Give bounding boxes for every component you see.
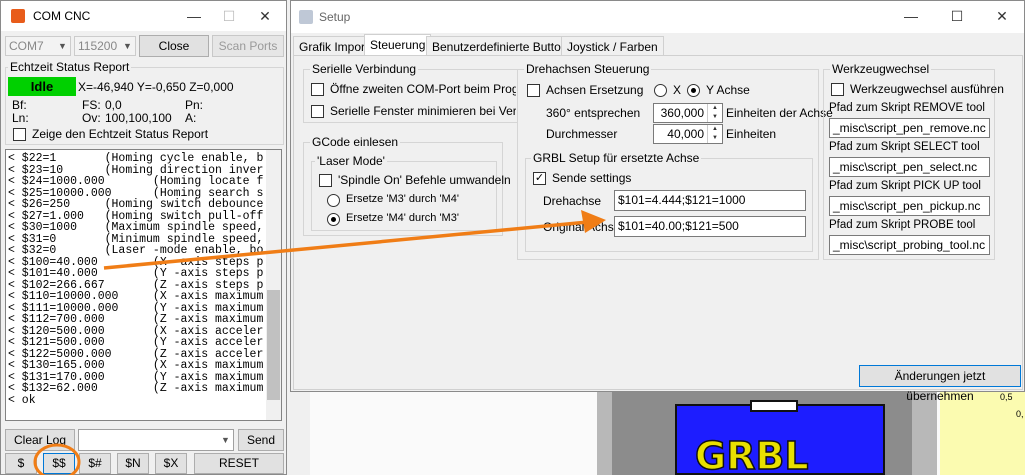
annotation-arrow-head <box>581 210 606 233</box>
annotation-overlay <box>33 210 606 475</box>
annotation-arrow-line <box>103 220 589 270</box>
annotation-circle <box>33 443 81 475</box>
